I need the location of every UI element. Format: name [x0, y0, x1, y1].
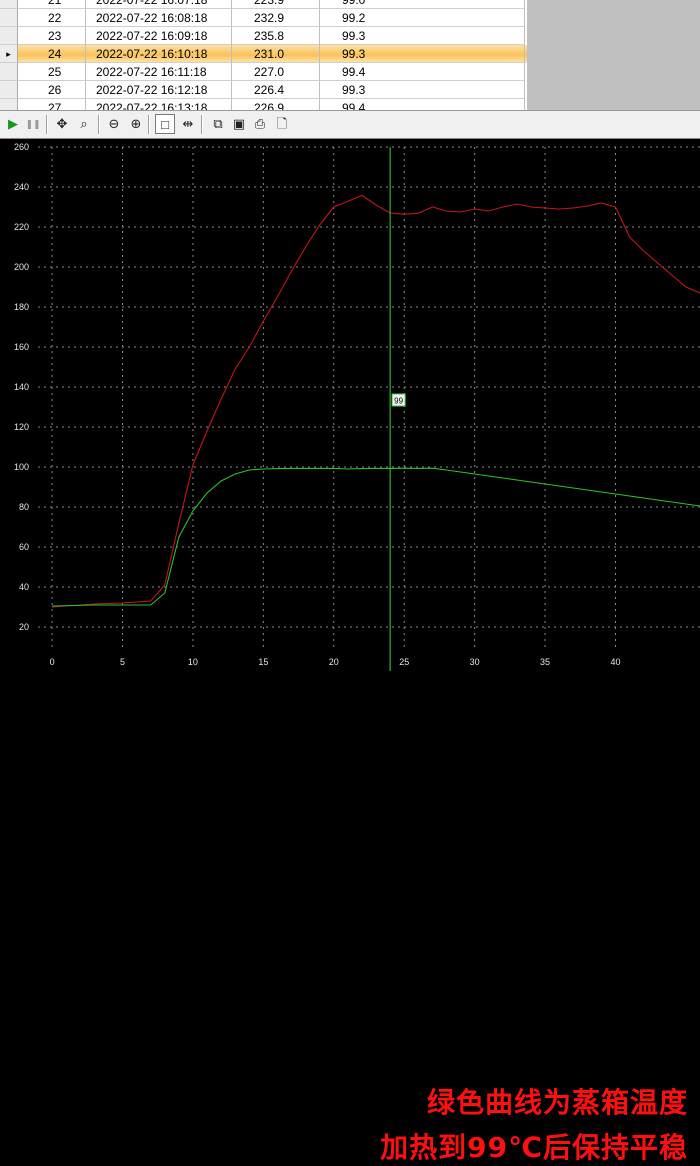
- cell-time: 2022-07-22 16:13:18: [86, 99, 232, 110]
- x-tick-label: 10: [188, 657, 198, 667]
- annotation-line-2: 加热到99℃后保持平稳: [380, 1131, 688, 1164]
- cell-value1: 226.4: [232, 81, 320, 99]
- row-header[interactable]: [0, 99, 18, 110]
- cell-index: 23: [18, 27, 86, 45]
- cell-index: 27: [18, 99, 86, 110]
- cursor-value-label: 99: [394, 397, 403, 406]
- cell-value1: 226.9: [232, 99, 320, 110]
- cell-index: 22: [18, 9, 86, 27]
- y-tick-label: 200: [14, 262, 29, 272]
- x-tick-label: 25: [399, 657, 409, 667]
- print-icon[interactable]: ⎙: [250, 114, 270, 134]
- cell-value1: 235.8: [232, 27, 320, 45]
- cell-index: 26: [18, 81, 86, 99]
- temperature-chart: 20 40 60 80 100 120 140 160 180 200 220 240 260 0 5 10 1…: [0, 139, 700, 1164]
- cell-value1: 231.0: [232, 45, 320, 63]
- row-header[interactable]: [0, 9, 18, 27]
- row-header[interactable]: [0, 27, 18, 45]
- table-row[interactable]: 21 2022-07-22 16:07:18 223.9 99.0: [0, 0, 527, 9]
- cell-time: 2022-07-22 16:12:18: [86, 81, 232, 99]
- cell-time: 2022-07-22 16:11:18: [86, 63, 232, 81]
- row-header[interactable]: [0, 0, 18, 9]
- data-table-panel: 21 2022-07-22 16:07:18 223.9 99.0 22 2022-07-…: [0, 0, 700, 110]
- copy-icon[interactable]: ⧉: [208, 114, 228, 134]
- cell-value1: 232.9: [232, 9, 320, 27]
- plot-background: [0, 139, 700, 671]
- zoom-in-icon[interactable]: ⊕: [126, 114, 146, 134]
- cell-value2: 99.3: [320, 27, 525, 45]
- x-tick-label: 0: [50, 657, 55, 667]
- cell-value2: 99.4: [320, 99, 525, 110]
- x-tick-label: 20: [329, 657, 339, 667]
- save-icon[interactable]: ▣: [229, 114, 249, 134]
- cursor-line-icon[interactable]: ⇹: [178, 114, 198, 134]
- table-row[interactable]: 22 2022-07-22 16:08:18 232.9 99.2: [0, 9, 527, 27]
- row-header[interactable]: ▸: [0, 45, 18, 63]
- cell-time: 2022-07-22 16:10:18: [86, 45, 232, 63]
- table-row[interactable]: 26 2022-07-22 16:12:18 226.4 99.3: [0, 81, 527, 99]
- cell-time: 2022-07-22 16:07:18: [86, 0, 232, 9]
- x-tick-label: 40: [610, 657, 620, 667]
- zoom-area-icon[interactable]: ⌕: [74, 114, 94, 134]
- y-tick-label: 40: [19, 582, 29, 592]
- y-tick-label: 100: [14, 462, 29, 472]
- pause-icon[interactable]: ❚❚: [23, 114, 43, 134]
- table-row[interactable]: 25 2022-07-22 16:11:18 227.0 99.4: [0, 63, 527, 81]
- print-preview-icon[interactable]: 🗋: [272, 114, 292, 134]
- cell-value1: 223.9: [232, 0, 320, 9]
- x-tick-label: 35: [540, 657, 550, 667]
- y-tick-label: 240: [14, 182, 29, 192]
- y-tick-label: 160: [14, 342, 29, 352]
- toolbar-separator: [148, 115, 150, 134]
- y-tick-label: 120: [14, 422, 29, 432]
- cell-time: 2022-07-22 16:08:18: [86, 9, 232, 27]
- chart-plot[interactable]: 20 40 60 80 100 120 140 160 180 200 220 240 260 0 5 10 1…: [0, 139, 700, 671]
- select-box-icon[interactable]: □: [155, 114, 175, 134]
- table-row[interactable]: 23 2022-07-22 16:09:18 235.8 99.3: [0, 27, 527, 45]
- y-tick-label: 80: [19, 502, 29, 512]
- cell-index: 21: [18, 0, 86, 9]
- table-row[interactable]: ▸ 24 2022-07-22 16:10:18 231.0 99.3: [0, 45, 527, 63]
- toolbar-separator: [98, 115, 100, 134]
- cell-value2: 99.3: [320, 45, 525, 63]
- cell-value1: 227.0: [232, 63, 320, 81]
- x-tick-label: 30: [470, 657, 480, 667]
- cell-index: 24: [18, 45, 86, 63]
- annotation-line-1: 绿色曲线为蒸箱温度: [426, 1086, 688, 1119]
- cell-value2: 99.0: [320, 0, 525, 9]
- cell-index: 25: [18, 63, 86, 81]
- row-header[interactable]: [0, 63, 18, 81]
- play-icon[interactable]: ▶: [3, 114, 23, 134]
- zoom-out-icon[interactable]: ⊖: [104, 114, 124, 134]
- table-row[interactable]: 27 2022-07-22 16:13:18 226.9 99.4: [0, 99, 527, 110]
- y-tick-label: 60: [19, 542, 29, 552]
- cell-time: 2022-07-22 16:09:18: [86, 27, 232, 45]
- cell-value2: 99.3: [320, 81, 525, 99]
- y-tick-label: 220: [14, 222, 29, 232]
- y-tick-label: 140: [14, 382, 29, 392]
- toolbar-separator: [46, 115, 48, 134]
- row-header[interactable]: [0, 81, 18, 99]
- chart-toolbar: ▶ ❚❚ ✥ ⌕ ⊖ ⊕ □ ⇹ ⧉ ▣ ⎙ 🗋: [0, 110, 700, 139]
- data-grid[interactable]: 21 2022-07-22 16:07:18 223.9 99.0 22 2022-07-…: [0, 0, 527, 110]
- toolbar-separator: [201, 115, 203, 134]
- y-tick-label: 260: [14, 142, 29, 152]
- y-tick-label: 180: [14, 302, 29, 312]
- x-tick-label: 5: [120, 657, 125, 667]
- x-tick-label: 15: [258, 657, 268, 667]
- pan-icon[interactable]: ✥: [52, 114, 72, 134]
- y-tick-label: 20: [19, 622, 29, 632]
- cell-value2: 99.2: [320, 9, 525, 27]
- cell-value2: 99.4: [320, 63, 525, 81]
